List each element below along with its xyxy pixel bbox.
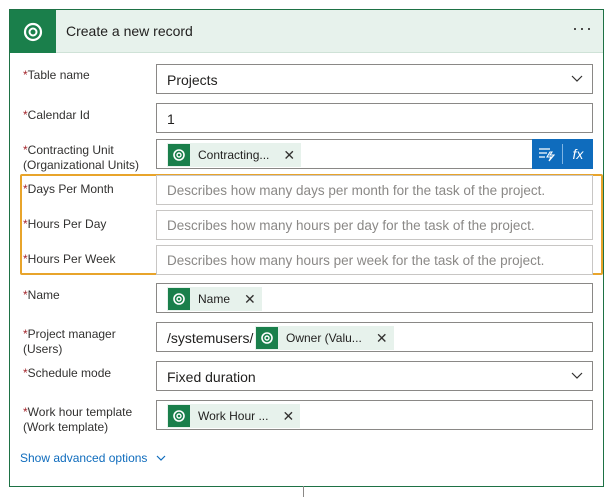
- work-hour-template-input[interactable]: Work Hour ... ✕: [156, 400, 593, 430]
- chevron-down-icon: [157, 455, 166, 461]
- calendar-id-input[interactable]: 1: [156, 103, 593, 133]
- remove-token-icon[interactable]: ✕: [244, 291, 256, 308]
- hours-per-week-placeholder: Describes how many hours per week for th…: [167, 253, 545, 268]
- flow-connector-line: [303, 486, 304, 497]
- dynamic-content-button[interactable]: [532, 139, 562, 169]
- remove-token-icon[interactable]: ✕: [283, 147, 295, 164]
- dataverse-token-icon: [168, 288, 190, 310]
- table-name-dropdown[interactable]: Projects: [156, 64, 593, 94]
- token-label: Name: [198, 292, 231, 306]
- name-label: *Name: [23, 288, 60, 302]
- remove-token-icon[interactable]: ✕: [282, 408, 294, 425]
- advanced-options-label: Show advanced options: [20, 451, 148, 465]
- owner-token[interactable]: Owner (Valu... ✕: [255, 326, 394, 350]
- name-token[interactable]: Name ✕: [167, 287, 262, 311]
- create-record-card: Create a new record ··· *Table name Proj…: [9, 9, 604, 487]
- hours-per-week-label: *Hours Per Week: [23, 252, 116, 266]
- hours-per-day-placeholder: Describes how many hours per day for the…: [167, 218, 535, 233]
- schedule-mode-value: Fixed duration: [167, 369, 256, 385]
- contracting-unit-token[interactable]: Contracting... ✕: [167, 143, 302, 167]
- hours-per-day-input[interactable]: Describes how many hours per day for the…: [156, 210, 593, 240]
- token-label: Contracting...: [198, 148, 270, 162]
- calendar-id-value: 1: [167, 111, 175, 127]
- work-hour-token[interactable]: Work Hour ... ✕: [167, 404, 301, 428]
- days-per-month-input[interactable]: Describes how many days per month for th…: [156, 175, 593, 205]
- days-per-month-placeholder: Describes how many days per month for th…: [167, 183, 546, 198]
- chevron-down-icon: [571, 372, 583, 379]
- schedule-mode-dropdown[interactable]: Fixed duration: [156, 361, 593, 391]
- expression-button[interactable]: fx: [563, 139, 593, 169]
- table-name-value: Projects: [167, 72, 218, 88]
- schedule-mode-label: *Schedule mode: [23, 366, 112, 380]
- token-label: Owner (Valu...: [286, 331, 362, 345]
- calendar-id-label: *Calendar Id: [23, 108, 90, 122]
- project-manager-input[interactable]: /systemusers/ Owner (Valu... ✕: [156, 322, 593, 352]
- card-title: Create a new record: [66, 23, 193, 39]
- name-input[interactable]: Name ✕: [156, 283, 593, 313]
- hours-per-day-label: *Hours Per Day: [23, 217, 107, 231]
- days-per-month-label: *Days Per Month: [23, 182, 114, 196]
- dataverse-token-icon: [168, 144, 190, 166]
- contracting-unit-label: *Contracting Unit (Organizational Units): [23, 143, 140, 172]
- dynamic-content-buttons: fx: [532, 139, 593, 169]
- card-header[interactable]: Create a new record ···: [10, 10, 603, 53]
- work-hour-template-label: *Work hour template (Work template): [23, 405, 133, 434]
- project-manager-prefix: /systemusers/: [167, 330, 254, 346]
- token-label: Work Hour ...: [198, 409, 269, 423]
- hours-per-week-input[interactable]: Describes how many hours per week for th…: [156, 245, 593, 275]
- dynamic-content-icon: [539, 148, 556, 162]
- remove-token-icon[interactable]: ✕: [376, 330, 388, 347]
- project-manager-label: *Project manager (Users): [23, 327, 116, 356]
- dataverse-logo-icon: [10, 10, 56, 53]
- dataverse-token-icon: [168, 405, 190, 427]
- show-advanced-options-link[interactable]: Show advanced options: [20, 451, 167, 465]
- more-options-button[interactable]: ···: [572, 18, 593, 39]
- chevron-down-icon: [571, 75, 583, 82]
- dataverse-token-icon: [256, 327, 278, 349]
- table-name-label: *Table name: [23, 68, 90, 82]
- contracting-unit-input[interactable]: Contracting... ✕ fx: [156, 139, 593, 169]
